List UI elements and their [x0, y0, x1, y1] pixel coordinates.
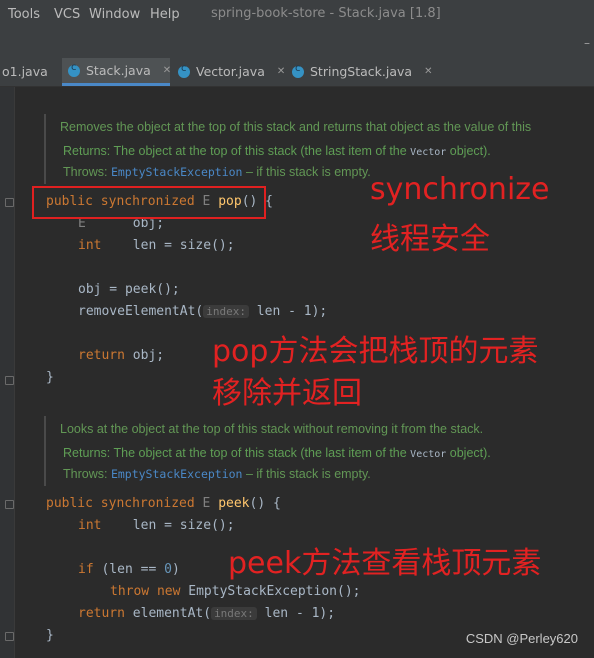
- menu-bar: Tools VCS Window Help spring-book-store …: [0, 0, 594, 30]
- doc-description: Looks at the object at the top of this s…: [60, 422, 484, 436]
- code-line: return obj;: [78, 348, 165, 363]
- menu-vcs[interactable]: VCS: [54, 7, 80, 22]
- menu-help[interactable]: Help: [150, 7, 180, 22]
- doc-description: Removes the object at the top of this st…: [60, 120, 532, 134]
- fold-icon[interactable]: [5, 376, 14, 385]
- annotation-peek: peek方法查看栈顶元素: [228, 546, 542, 581]
- window-title: spring-book-store - Stack.java [1.8]: [211, 6, 441, 21]
- code-line: removeElementAt(index: len - 1);: [78, 304, 328, 319]
- annotation-thread-safe: 线程安全: [370, 222, 490, 257]
- tab-stack-java[interactable]: Stack.java ✕: [62, 58, 171, 86]
- tab-label: Stack.java: [86, 63, 151, 78]
- tab-stringstack-java[interactable]: StringStack.java ✕: [286, 58, 432, 85]
- close-icon[interactable]: ✕: [277, 66, 285, 77]
- code-line: if (len == 0): [78, 562, 180, 577]
- tab-label: o1.java: [2, 64, 48, 79]
- toolbar: [0, 30, 594, 58]
- doc-throws: Throws: EmptyStackException – if this st…: [63, 165, 371, 179]
- code-line: public synchronized E peek() {: [46, 496, 281, 511]
- doc-throws: Throws: EmptyStackException – if this st…: [63, 467, 371, 481]
- close-icon[interactable]: ✕: [163, 65, 171, 76]
- fold-icon[interactable]: [5, 500, 14, 509]
- code-line: obj = peek();: [78, 282, 180, 297]
- java-class-icon: [178, 63, 190, 78]
- menu-window[interactable]: Window: [89, 7, 140, 22]
- tab-vector-java[interactable]: Vector.java ✕: [172, 58, 285, 85]
- fold-icon[interactable]: [5, 632, 14, 641]
- exception-link[interactable]: EmptyStackException: [111, 467, 243, 481]
- java-class-icon: [68, 62, 80, 77]
- code-line: int len = size();: [78, 518, 235, 533]
- tab-label: Vector.java: [196, 64, 265, 79]
- editor-tabs: o1.java Stack.java ✕ Vector.java ✕ Strin…: [0, 58, 594, 87]
- doc-comment-peek: Looks at the object at the top of this s…: [44, 416, 594, 486]
- annotation-synchronize: synchronize: [370, 172, 550, 207]
- code-line: }: [46, 628, 54, 643]
- fold-icon[interactable]: [5, 198, 14, 207]
- highlight-box: [32, 186, 266, 219]
- tab-label: StringStack.java: [310, 64, 413, 79]
- doc-returns: Returns: The object at the top of this s…: [63, 446, 491, 460]
- annotation-pop-return: 移除并返回: [212, 376, 362, 411]
- tab-o1-java[interactable]: o1.java: [0, 58, 56, 85]
- code-line: throw new EmptyStackException();: [110, 584, 361, 599]
- watermark: CSDN @Perley620: [465, 631, 578, 646]
- code-line: }: [46, 370, 54, 385]
- collapse-icon[interactable]: –: [584, 36, 590, 50]
- param-hint: index:: [203, 305, 249, 318]
- code-line: int len = size();: [78, 238, 235, 253]
- doc-returns: Returns: The object at the top of this s…: [63, 144, 491, 158]
- close-icon[interactable]: ✕: [424, 66, 432, 77]
- param-hint: index:: [211, 607, 257, 620]
- gutter: [0, 87, 15, 658]
- java-class-icon: [292, 63, 304, 78]
- annotation-pop: pop方法会把栈顶的元素: [212, 334, 539, 369]
- code-line: return elementAt(index: len - 1);: [78, 606, 336, 621]
- menu-tools[interactable]: Tools: [8, 7, 40, 22]
- exception-link[interactable]: EmptyStackException: [111, 165, 243, 179]
